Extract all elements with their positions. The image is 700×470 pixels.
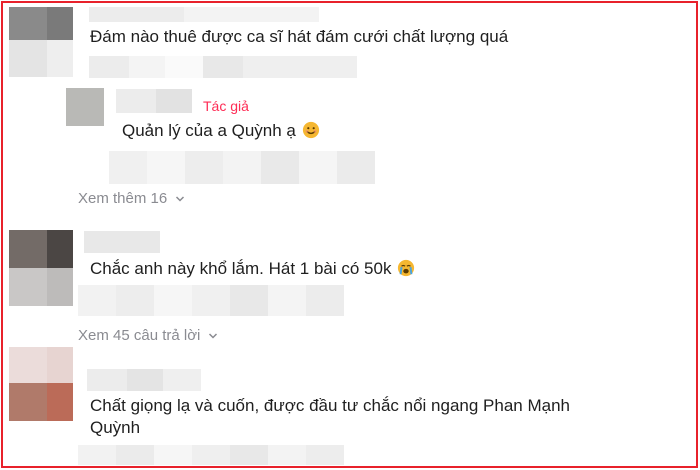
view-more-replies-button[interactable]: Xem thêm 16 (78, 190, 185, 207)
smiling-face-emoji (302, 121, 319, 139)
avatar[interactable] (66, 88, 104, 126)
crying-face-emoji (398, 259, 415, 277)
view-replies-button[interactable]: Xem 45 câu trả lời (78, 327, 218, 344)
reply-text-content: Quản lý của a Quỳnh ạ (122, 121, 296, 140)
comment-text-line-2: Quỳnh (90, 418, 141, 437)
view-more-label: Xem thêm 16 (78, 190, 168, 207)
chevron-down-icon (209, 332, 218, 339)
username-blurred[interactable] (84, 231, 160, 253)
comment-text: Đám nào thuê được ca sĩ hát đám cưới chấ… (90, 27, 509, 46)
comment-text: Chắc anh này khổ lắm. Hát 1 bài có 50k (90, 257, 415, 281)
author-badge: Tác giả (203, 98, 249, 114)
comment-text-line-1: Chất giọng lạ và cuốn, được đầu tư chắc … (90, 396, 571, 415)
comment-text-content: Chắc anh này khổ lắm. Hát 1 bài có 50k (90, 259, 392, 278)
reply-text: Quản lý của a Quỳnh ạ (122, 119, 320, 143)
chevron-down-icon (176, 195, 185, 202)
view-replies-label: Xem 45 câu trả lời (78, 327, 201, 344)
